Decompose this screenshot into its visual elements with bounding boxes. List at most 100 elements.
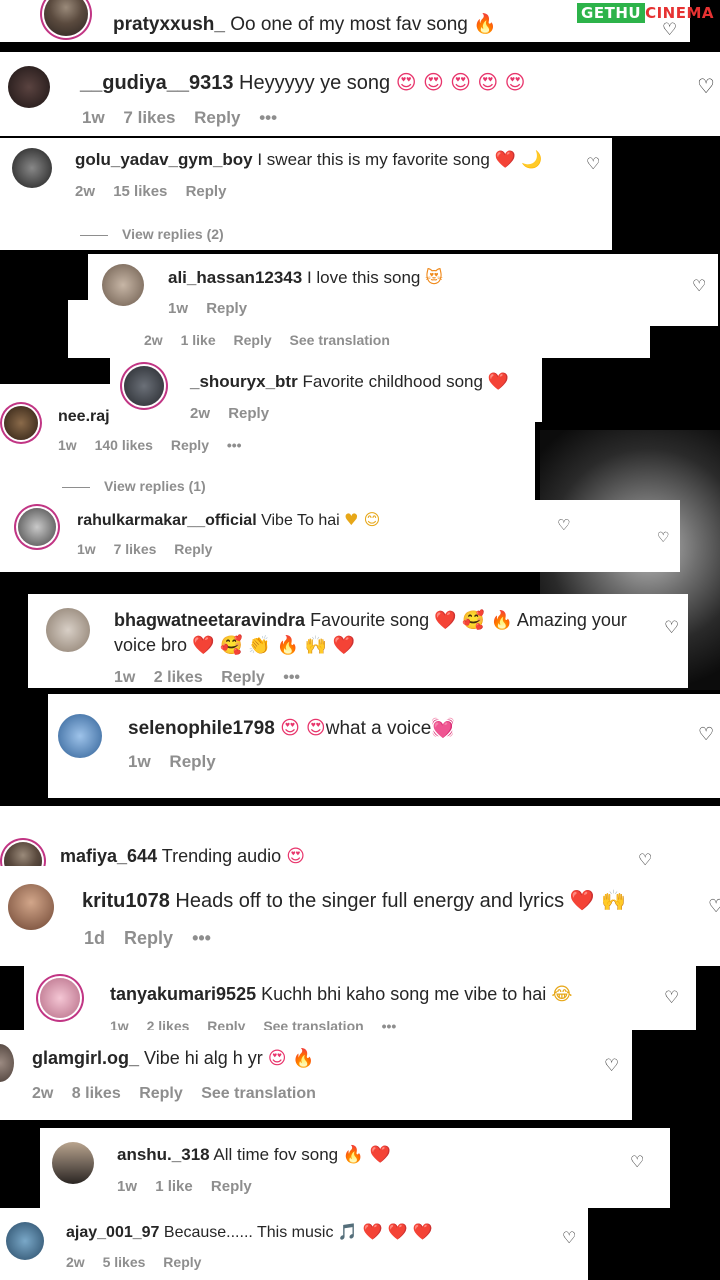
- comment-emoji: ❤️: [487, 372, 509, 392]
- avatar[interactable]: [44, 0, 88, 36]
- like-heart-icon[interactable]: ♡: [557, 516, 570, 534]
- like-count[interactable]: 2 likes: [154, 669, 203, 686]
- username[interactable]: ajay_001_97: [66, 1224, 159, 1241]
- comment-age: 1w: [77, 541, 96, 557]
- comment-age: 1w: [82, 108, 105, 127]
- like-heart-icon[interactable]: ♡: [708, 896, 720, 917]
- comment-card: golu_yadav_gym_boy I swear this is my fa…: [0, 138, 612, 250]
- comment-card: rahulkarmakar__official Vibe To hai ♥ 😊 …: [0, 500, 680, 572]
- more-options-icon[interactable]: •••: [192, 928, 211, 948]
- avatar[interactable]: [58, 714, 102, 758]
- avatar[interactable]: [102, 264, 144, 306]
- more-options-icon[interactable]: •••: [382, 1018, 397, 1030]
- see-translation-button[interactable]: See translation: [263, 1018, 363, 1030]
- comment-text-cont: Amazing your: [516, 610, 627, 630]
- username[interactable]: kritu1078: [82, 890, 170, 912]
- avatar[interactable]: [8, 884, 54, 930]
- username[interactable]: mafiya_644: [60, 846, 157, 866]
- comment-card: selenophile1798 😍 😍what a voice💓 1w Repl…: [48, 694, 720, 798]
- view-replies-button[interactable]: View replies (1): [104, 478, 206, 494]
- comment-age: 1d: [84, 928, 106, 948]
- username[interactable]: _shouryx_btr: [190, 372, 298, 391]
- reply-button[interactable]: Reply: [211, 1178, 252, 1195]
- avatar[interactable]: [4, 842, 42, 866]
- avatar[interactable]: [0, 1044, 14, 1082]
- like-heart-icon[interactable]: ♡: [562, 1228, 576, 1247]
- like-heart-icon[interactable]: ♡: [604, 1056, 619, 1076]
- view-replies-button[interactable]: View replies (2): [122, 226, 224, 242]
- reply-button[interactable]: Reply: [163, 1254, 201, 1270]
- like-heart-icon[interactable]: ♡: [692, 276, 706, 295]
- see-translation-button[interactable]: See translation: [201, 1085, 316, 1102]
- avatar[interactable]: [18, 508, 56, 546]
- comment-text: what a voice: [325, 718, 432, 739]
- more-options-icon[interactable]: •••: [227, 437, 242, 453]
- see-translation-button[interactable]: See translation: [290, 332, 390, 348]
- like-heart-icon[interactable]: ♡: [664, 618, 679, 638]
- username[interactable]: bhagwatneetaravindra: [114, 610, 305, 630]
- comment-emoji-line2: ❤️ 🥰 👏 🔥 🙌 ❤️: [192, 635, 356, 656]
- like-heart-icon[interactable]: ♡: [657, 530, 670, 546]
- reply-button[interactable]: Reply: [194, 108, 240, 127]
- reply-button[interactable]: Reply: [186, 183, 227, 200]
- like-heart-icon[interactable]: ♡: [586, 154, 600, 173]
- reply-button[interactable]: Reply: [221, 669, 265, 686]
- like-count[interactable]: 8 likes: [72, 1085, 121, 1102]
- reply-button[interactable]: Reply: [174, 541, 212, 557]
- like-count[interactable]: 7 likes: [123, 108, 175, 127]
- comment-age: 2w: [190, 405, 211, 422]
- comment-age: 2w: [32, 1085, 54, 1102]
- like-heart-icon[interactable]: ♡: [638, 850, 652, 866]
- avatar[interactable]: [12, 148, 52, 188]
- comment-card: _shouryx_btr Favorite childhood song ❤️ …: [110, 356, 542, 422]
- like-heart-icon[interactable]: ♡: [697, 74, 715, 98]
- comment-text: All time fov song: [213, 1145, 339, 1164]
- reply-button[interactable]: Reply: [124, 928, 173, 948]
- username[interactable]: anshu._318: [117, 1145, 210, 1164]
- like-count[interactable]: 1 like: [155, 1178, 193, 1195]
- reply-button[interactable]: Reply: [234, 332, 272, 348]
- comment-text: Trending audio: [161, 846, 282, 866]
- like-count[interactable]: 7 likes: [114, 541, 157, 557]
- like-heart-icon[interactable]: ♡: [664, 988, 679, 1008]
- avatar[interactable]: [6, 1222, 44, 1260]
- reply-button[interactable]: Reply: [206, 300, 247, 317]
- username[interactable]: __gudiya__9313: [80, 72, 233, 94]
- avatar[interactable]: [124, 366, 164, 406]
- username[interactable]: glamgirl.og_: [32, 1048, 139, 1068]
- username[interactable]: pratyxxush_: [113, 14, 225, 35]
- like-count[interactable]: 5 likes: [103, 1254, 146, 1270]
- username[interactable]: rahulkarmakar__official: [77, 512, 257, 529]
- more-options-icon[interactable]: •••: [259, 108, 277, 127]
- username[interactable]: nee.raj.: [58, 408, 114, 425]
- like-heart-icon[interactable]: ♡: [698, 724, 714, 745]
- comment-card: __gudiya__9313 Heyyyyy ye song 😍 😍 😍 😍 😍…: [0, 52, 720, 136]
- reply-button[interactable]: Reply: [207, 1018, 245, 1030]
- comment-card: ali_hassan12343 I love this song 😻 1w Re…: [88, 254, 718, 326]
- replies-divider: [62, 486, 90, 488]
- avatar[interactable]: [46, 608, 90, 652]
- reply-button[interactable]: Reply: [139, 1085, 183, 1102]
- like-count[interactable]: 140 likes: [95, 437, 153, 453]
- like-count[interactable]: 15 likes: [113, 183, 167, 200]
- reply-button[interactable]: Reply: [169, 752, 215, 771]
- avatar[interactable]: [52, 1142, 94, 1184]
- like-count[interactable]: 1 like: [181, 332, 216, 348]
- username[interactable]: golu_yadav_gym_boy: [75, 150, 253, 169]
- comment-age: 1w: [168, 300, 189, 317]
- reply-button[interactable]: Reply: [171, 437, 209, 453]
- username[interactable]: ali_hassan12343: [168, 268, 302, 287]
- avatar[interactable]: [4, 406, 38, 440]
- avatar[interactable]: [8, 66, 50, 108]
- avatar[interactable]: [40, 978, 80, 1018]
- comment-age: 2w: [144, 332, 163, 348]
- more-options-icon[interactable]: •••: [283, 669, 300, 686]
- like-heart-icon[interactable]: ♡: [662, 20, 677, 40]
- comment-emoji: 😍 😍: [280, 717, 326, 739]
- reply-button[interactable]: Reply: [228, 405, 269, 422]
- username[interactable]: tanyakumari9525: [110, 984, 256, 1004]
- username[interactable]: selenophile1798: [128, 718, 275, 739]
- like-count[interactable]: 2 likes: [147, 1018, 190, 1030]
- like-heart-icon[interactable]: ♡: [630, 1152, 644, 1171]
- comment-card: ajay_001_97 Because...... This music 🎵 ❤…: [0, 1208, 588, 1280]
